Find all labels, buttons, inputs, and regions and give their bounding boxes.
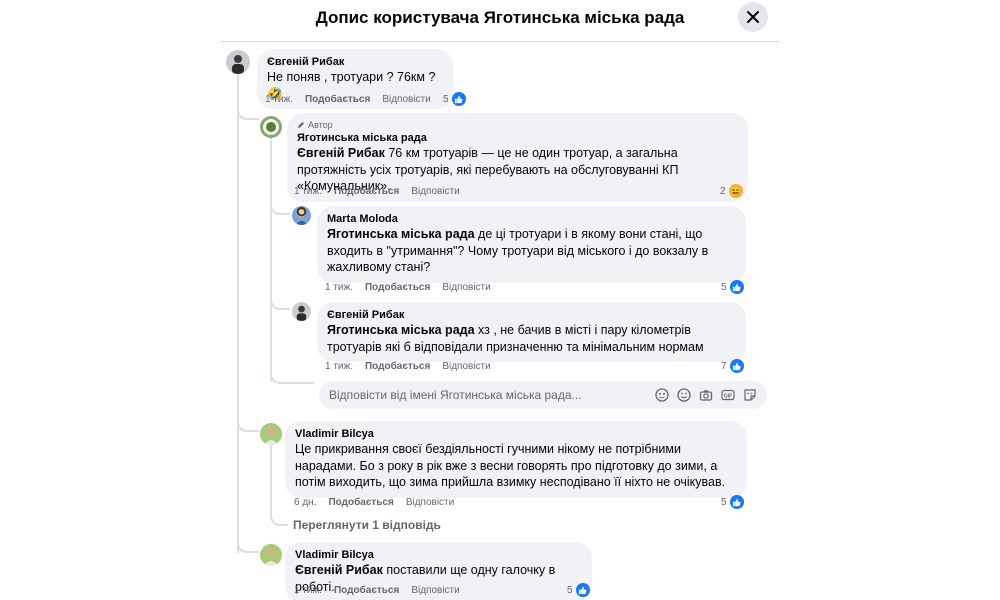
mention[interactable]: Яготинська міська рада (327, 227, 475, 241)
comment-time[interactable]: 1 тиж. (294, 585, 322, 596)
comment-bubble: Євгеній Рибак Яготинська міська рада хз … (317, 302, 746, 362)
reply-button[interactable]: Відповісти (442, 282, 490, 293)
avatar[interactable] (260, 423, 282, 445)
comment-time[interactable]: 6 дн. (294, 497, 316, 508)
author-badge: Автор (297, 119, 738, 131)
like-button[interactable]: Подобається (334, 585, 399, 596)
reaction-count[interactable]: 5 (443, 92, 466, 106)
thread-connector (237, 541, 259, 553)
comment-time[interactable]: 1 тиж. (294, 186, 322, 197)
reaction-count[interactable]: 5 (567, 583, 590, 597)
view-replies-link[interactable]: Переглянути 1 відповідь (293, 518, 441, 532)
reaction-number: 2 (720, 185, 726, 197)
mention[interactable]: Євгеній Рибак (295, 563, 383, 577)
gif-icon[interactable]: GIF (721, 388, 735, 402)
comment-text: Це прикривання своєї бездіяльності гучни… (295, 442, 726, 489)
thread-connector (270, 298, 290, 310)
pencil-icon (298, 122, 304, 128)
comment-text: Яготинська міська рада хз , не бачив в м… (327, 322, 736, 355)
comment-bubble: Vladimir Bilcya Це прикривання своєї без… (285, 421, 747, 498)
thread-connector (270, 203, 290, 215)
avatar[interactable] (292, 206, 311, 225)
reaction-number: 5 (721, 281, 727, 293)
reply-input-box[interactable]: GIF (319, 381, 767, 409)
svg-text:GIF: GIF (724, 393, 732, 399)
comment-author[interactable]: Євгеній Рибак (327, 308, 736, 322)
emoji-icon[interactable] (677, 388, 691, 402)
comment-author[interactable]: Vladimir Bilcya (295, 548, 582, 562)
reaction-count[interactable]: 5 (721, 495, 744, 509)
reply-button[interactable]: Відповісти (406, 497, 454, 508)
reaction-count[interactable]: 2 😆 (720, 184, 743, 198)
comment-author[interactable]: Marta Moloda (327, 212, 736, 226)
avatar-icon (260, 423, 282, 445)
reply-button[interactable]: Відповісти (382, 94, 430, 105)
dialog-header: Допис користувача Яготинська міська рада (220, 0, 780, 42)
reply-button[interactable]: Відповісти (442, 361, 490, 372)
comment-text: Яготинська міська рада де ці тротуари і … (327, 226, 736, 276)
like-button[interactable]: Подобається (328, 497, 393, 508)
like-icon (451, 92, 466, 106)
avatar[interactable] (260, 116, 282, 138)
close-icon (747, 11, 759, 23)
reaction-number: 7 (721, 360, 727, 372)
reaction-count[interactable]: 7 (721, 359, 744, 373)
reply-button[interactable]: Відповісти (411, 585, 459, 596)
thread-connector (237, 420, 259, 432)
avatar-icon (260, 544, 282, 566)
comment-time[interactable]: 1 тиж. (265, 94, 293, 105)
mention[interactable]: Євгеній Рибак (297, 146, 385, 160)
avatar[interactable] (292, 302, 311, 321)
comment-time[interactable]: 1 тиж. (325, 282, 353, 293)
sticker-icon[interactable] (743, 388, 757, 402)
comment-actions: 1 тиж. Подобається Відповісти (325, 361, 491, 372)
comment-author[interactable]: Vladimir Bilcya (295, 427, 737, 441)
like-icon (729, 359, 744, 373)
comment-actions: 1 тиж. Подобається Відповісти (294, 585, 460, 596)
avatar[interactable] (260, 544, 282, 566)
comment-actions: 1 тиж. Подобається Відповісти (294, 186, 460, 197)
avatar-icon (260, 116, 282, 138)
author-badge-label: Автор (308, 120, 333, 130)
reaction-number: 5 (721, 496, 727, 508)
dialog-title: Допис користувача Яготинська міська рада (315, 8, 685, 27)
reaction-count[interactable]: 5 (721, 280, 744, 294)
reply-button[interactable]: Відповісти (411, 186, 459, 197)
comment-author[interactable]: Євгеній Рибак (267, 55, 443, 69)
mention[interactable]: Яготинська міська рада (327, 323, 475, 337)
avatar[interactable] (226, 50, 250, 74)
thread-line (270, 445, 272, 517)
like-button[interactable]: Подобається (305, 94, 370, 105)
camera-icon[interactable] (699, 388, 713, 402)
avatar-icon (292, 302, 311, 321)
avatar-icon (292, 206, 311, 225)
thread-connector (270, 514, 288, 526)
like-icon (729, 495, 744, 509)
comment-actions: 1 тиж. Подобається Відповісти (325, 282, 491, 293)
like-button[interactable]: Подобається (365, 282, 430, 293)
comment-bubble: Marta Moloda Яготинська міська рада де ц… (317, 206, 746, 283)
reply-input[interactable] (329, 388, 655, 402)
haha-icon: 😆 (728, 184, 743, 198)
like-icon (729, 280, 744, 294)
like-icon (575, 583, 590, 597)
like-button[interactable]: Подобається (365, 361, 430, 372)
reaction-number: 5 (567, 584, 573, 596)
comment-time[interactable]: 1 тиж. (325, 361, 353, 372)
thread-line (237, 75, 239, 553)
thread-line (270, 136, 272, 381)
comment-author[interactable]: Яготинська міська рада (297, 131, 738, 145)
comment-actions: 6 дн. Подобається Відповісти (294, 497, 454, 508)
thread-connector (237, 108, 259, 120)
close-button[interactable] (738, 2, 768, 32)
avatar-icon (226, 50, 250, 74)
avatar-icon[interactable] (655, 388, 669, 402)
like-button[interactable]: Подобається (334, 186, 399, 197)
reaction-number: 5 (443, 93, 449, 105)
thread-connector (270, 372, 314, 384)
comment-actions: 1 тиж. Подобається Відповісти (265, 94, 431, 105)
input-icons: GIF (655, 388, 757, 402)
